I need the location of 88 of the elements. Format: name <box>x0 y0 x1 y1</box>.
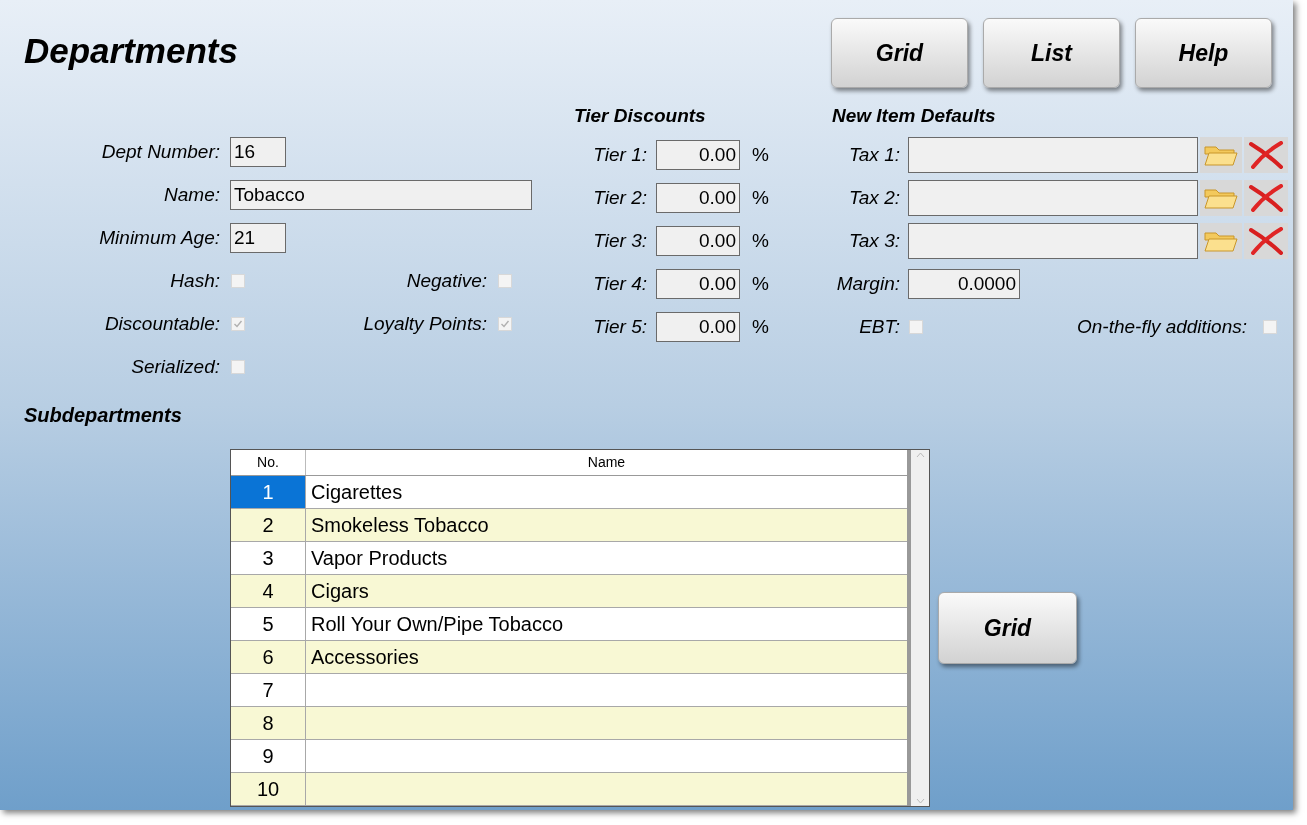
table-cell-text: Cigars <box>310 579 370 604</box>
field-label: Margin: <box>836 271 900 296</box>
field-label: Tier 2: <box>593 185 647 210</box>
input-field[interactable] <box>908 137 1198 173</box>
table-row[interactable]: 10 <box>231 773 907 806</box>
input-field[interactable]: Tobacco <box>230 180 532 210</box>
table-cell: 2 <box>231 509 306 541</box>
unit-label: % <box>752 142 769 167</box>
field-label: EBT: <box>859 314 900 339</box>
table-cell: 6 <box>231 641 306 673</box>
section-heading: New Item Defaults <box>832 106 996 126</box>
field-label: Name: <box>164 182 220 207</box>
field-label: Tier 5: <box>593 314 647 339</box>
header-button[interactable]: Help <box>1135 18 1272 88</box>
field-label: Tax 3: <box>848 228 900 253</box>
field-label: Tax 1: <box>848 142 900 167</box>
column-header[interactable]: Name <box>306 450 907 475</box>
table-cell: 7 <box>231 674 306 706</box>
table-row[interactable]: 1 Cigarettes <box>231 476 907 509</box>
scroll-up-icon[interactable] <box>915 452 925 458</box>
input-field[interactable]: 0.0000 <box>908 269 1020 299</box>
input-field[interactable]: 16 <box>230 137 286 167</box>
folder-icon[interactable] <box>1200 137 1242 173</box>
table-cell-text: Roll Your Own/Pipe Tobacco <box>310 612 564 637</box>
checkbox[interactable] <box>231 274 245 288</box>
field-label: Tier 3: <box>593 228 647 253</box>
checkbox[interactable] <box>231 360 245 374</box>
field-label: Tax 2: <box>848 185 900 210</box>
scroll-down-icon[interactable] <box>915 798 925 804</box>
scrollbar[interactable] <box>907 450 929 806</box>
section-heading: Subdepartments <box>24 403 182 427</box>
table-cell: 5 <box>231 608 306 640</box>
table-row[interactable]: 7 <box>231 674 907 707</box>
input-field[interactable]: 0.00 <box>656 226 740 256</box>
input-field[interactable]: 21 <box>230 223 286 253</box>
field-label: Loyalty Points: <box>363 311 487 336</box>
unit-label: % <box>752 185 769 210</box>
delete-icon[interactable] <box>1244 223 1288 259</box>
table-row[interactable]: 3 Vapor Products <box>231 542 907 575</box>
unit-label: % <box>752 228 769 253</box>
table-cell: 10 <box>231 773 306 805</box>
input-field[interactable]: 0.00 <box>656 312 740 342</box>
section-heading: Tier Discounts <box>574 106 706 126</box>
column-header[interactable]: No. <box>231 450 306 475</box>
table-cell-text: Vapor Products <box>310 546 449 571</box>
checked-checkbox[interactable] <box>498 317 512 331</box>
folder-icon[interactable] <box>1200 223 1242 259</box>
field-label: Discountable: <box>104 311 220 336</box>
input-field[interactable] <box>908 180 1198 216</box>
table-cell-text: Smokeless Tobacco <box>310 513 490 538</box>
field-label: Minimum Age: <box>99 225 220 250</box>
checked-checkbox[interactable] <box>231 317 245 331</box>
input-field[interactable]: 0.00 <box>656 269 740 299</box>
table-row[interactable]: 8 <box>231 707 907 740</box>
table-cell-text: Accessories <box>310 645 420 670</box>
table-row[interactable]: 9 <box>231 740 907 773</box>
unit-label: % <box>752 314 769 339</box>
field-label: Serialized: <box>131 354 220 379</box>
field-label: On-the-fly additions: <box>1076 314 1247 339</box>
field-label: Tier 1: <box>593 142 647 167</box>
field-label: Dept Number: <box>101 139 220 164</box>
folder-icon[interactable] <box>1200 180 1242 216</box>
delete-icon[interactable] <box>1244 180 1288 216</box>
checkbox[interactable] <box>1263 320 1277 334</box>
input-field[interactable] <box>908 223 1198 259</box>
table-row[interactable]: 6 Accessories <box>231 641 907 674</box>
table-cell: 3 <box>231 542 306 574</box>
checkbox[interactable] <box>909 320 923 334</box>
input-field[interactable]: 0.00 <box>656 140 740 170</box>
field-label: Negative: <box>406 268 487 293</box>
field-label: Tier 4: <box>593 271 647 296</box>
checkbox[interactable] <box>498 274 512 288</box>
table-row[interactable]: 4 Cigars <box>231 575 907 608</box>
input-field[interactable]: 0.00 <box>656 183 740 213</box>
table-cell: 1 <box>231 476 306 508</box>
table-cell: 4 <box>231 575 306 607</box>
delete-icon[interactable] <box>1244 137 1288 173</box>
grid-button[interactable]: Grid <box>938 592 1077 664</box>
table-cell: 9 <box>231 740 306 772</box>
table-row[interactable]: 2 Smokeless Tobacco <box>231 509 907 542</box>
header-button[interactable]: List <box>983 18 1120 88</box>
field-label: Hash: <box>170 268 220 293</box>
table-row[interactable]: 5 Roll Your Own/Pipe Tobacco <box>231 608 907 641</box>
header-button[interactable]: Grid <box>831 18 968 88</box>
unit-label: % <box>752 271 769 296</box>
page-title: Departments <box>24 30 238 72</box>
table-cell-text: Cigarettes <box>310 480 404 505</box>
table-cell: 8 <box>231 707 306 739</box>
